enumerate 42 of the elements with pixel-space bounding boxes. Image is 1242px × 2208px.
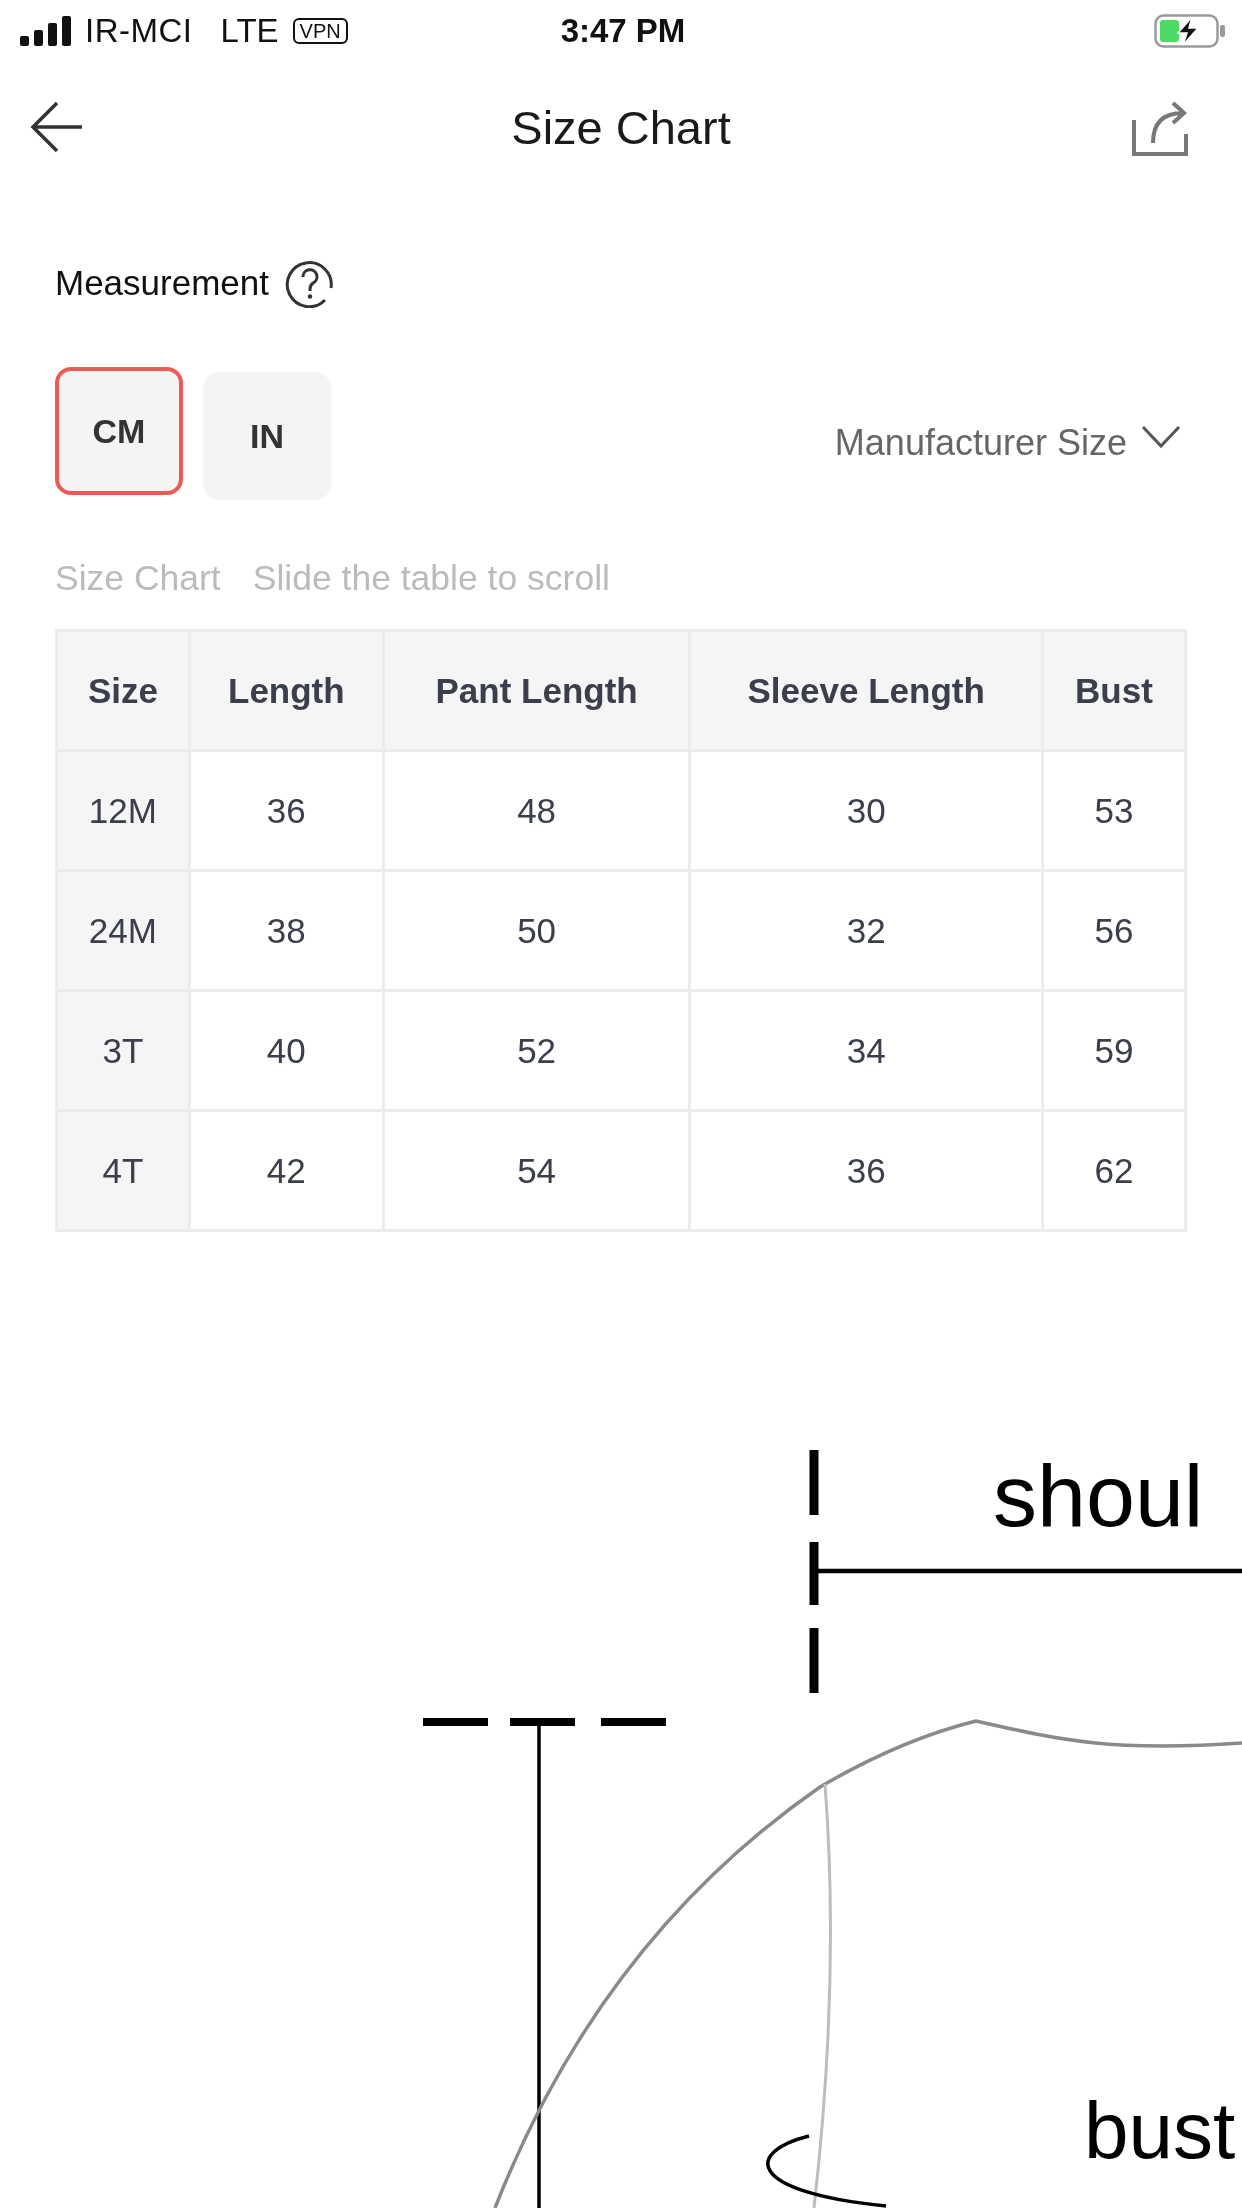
- size-cell: 3T: [56, 990, 190, 1111]
- table-cell: 38: [189, 870, 384, 991]
- carrier-name: IR-MCI: [85, 12, 193, 50]
- size-cell: 24M: [56, 870, 190, 991]
- vpn-badge: VPN: [292, 18, 348, 44]
- table-cell: 54: [383, 1110, 690, 1231]
- status-time: 3:47 PM: [560, 12, 686, 50]
- table-title: Size Chart: [55, 558, 221, 599]
- page-title: Size Chart: [511, 99, 731, 155]
- table-cell: 50: [383, 870, 690, 991]
- table-cell: 36: [189, 750, 384, 871]
- help-icon[interactable]: [285, 258, 335, 308]
- column-header: Sleeve Length: [689, 630, 1043, 751]
- column-header: Size: [56, 630, 190, 751]
- table-cell: 62: [1042, 1110, 1186, 1231]
- table-cell: 52: [383, 990, 690, 1111]
- column-header: Pant Length: [383, 630, 690, 751]
- shoulder-label: shoul: [993, 1446, 1204, 1545]
- table-cell: 40: [189, 990, 384, 1111]
- table-cell: 34: [689, 990, 1043, 1111]
- measurement-label: Measurement: [55, 263, 269, 303]
- table-cell: 56: [1042, 870, 1186, 991]
- network-type: LTE: [220, 12, 279, 50]
- table-cell: 36: [689, 1110, 1043, 1231]
- table-cell: 48: [383, 750, 690, 871]
- size-type-dropdown[interactable]: Manufacturer Size: [834, 422, 1181, 464]
- bust-label: bust: [1084, 2086, 1236, 2175]
- unit-button[interactable]: CM: [55, 367, 183, 495]
- back-arrow-icon[interactable]: [30, 100, 84, 154]
- scroll-hint: Slide the table to scroll: [252, 558, 610, 599]
- table-cell: 30: [689, 750, 1043, 871]
- table-cell: 59: [1042, 990, 1186, 1111]
- column-header: Bust: [1042, 630, 1186, 751]
- column-header: Length: [189, 630, 384, 751]
- chevron-down-icon: [1141, 425, 1181, 449]
- table-cell: 53: [1042, 750, 1186, 871]
- table-cell: 42: [189, 1110, 384, 1231]
- signal-icon: [20, 16, 72, 46]
- table-cell: 32: [689, 870, 1043, 991]
- unit-button[interactable]: IN: [203, 372, 331, 500]
- size-cell: 4T: [56, 1110, 190, 1231]
- size-cell: 12M: [56, 750, 190, 871]
